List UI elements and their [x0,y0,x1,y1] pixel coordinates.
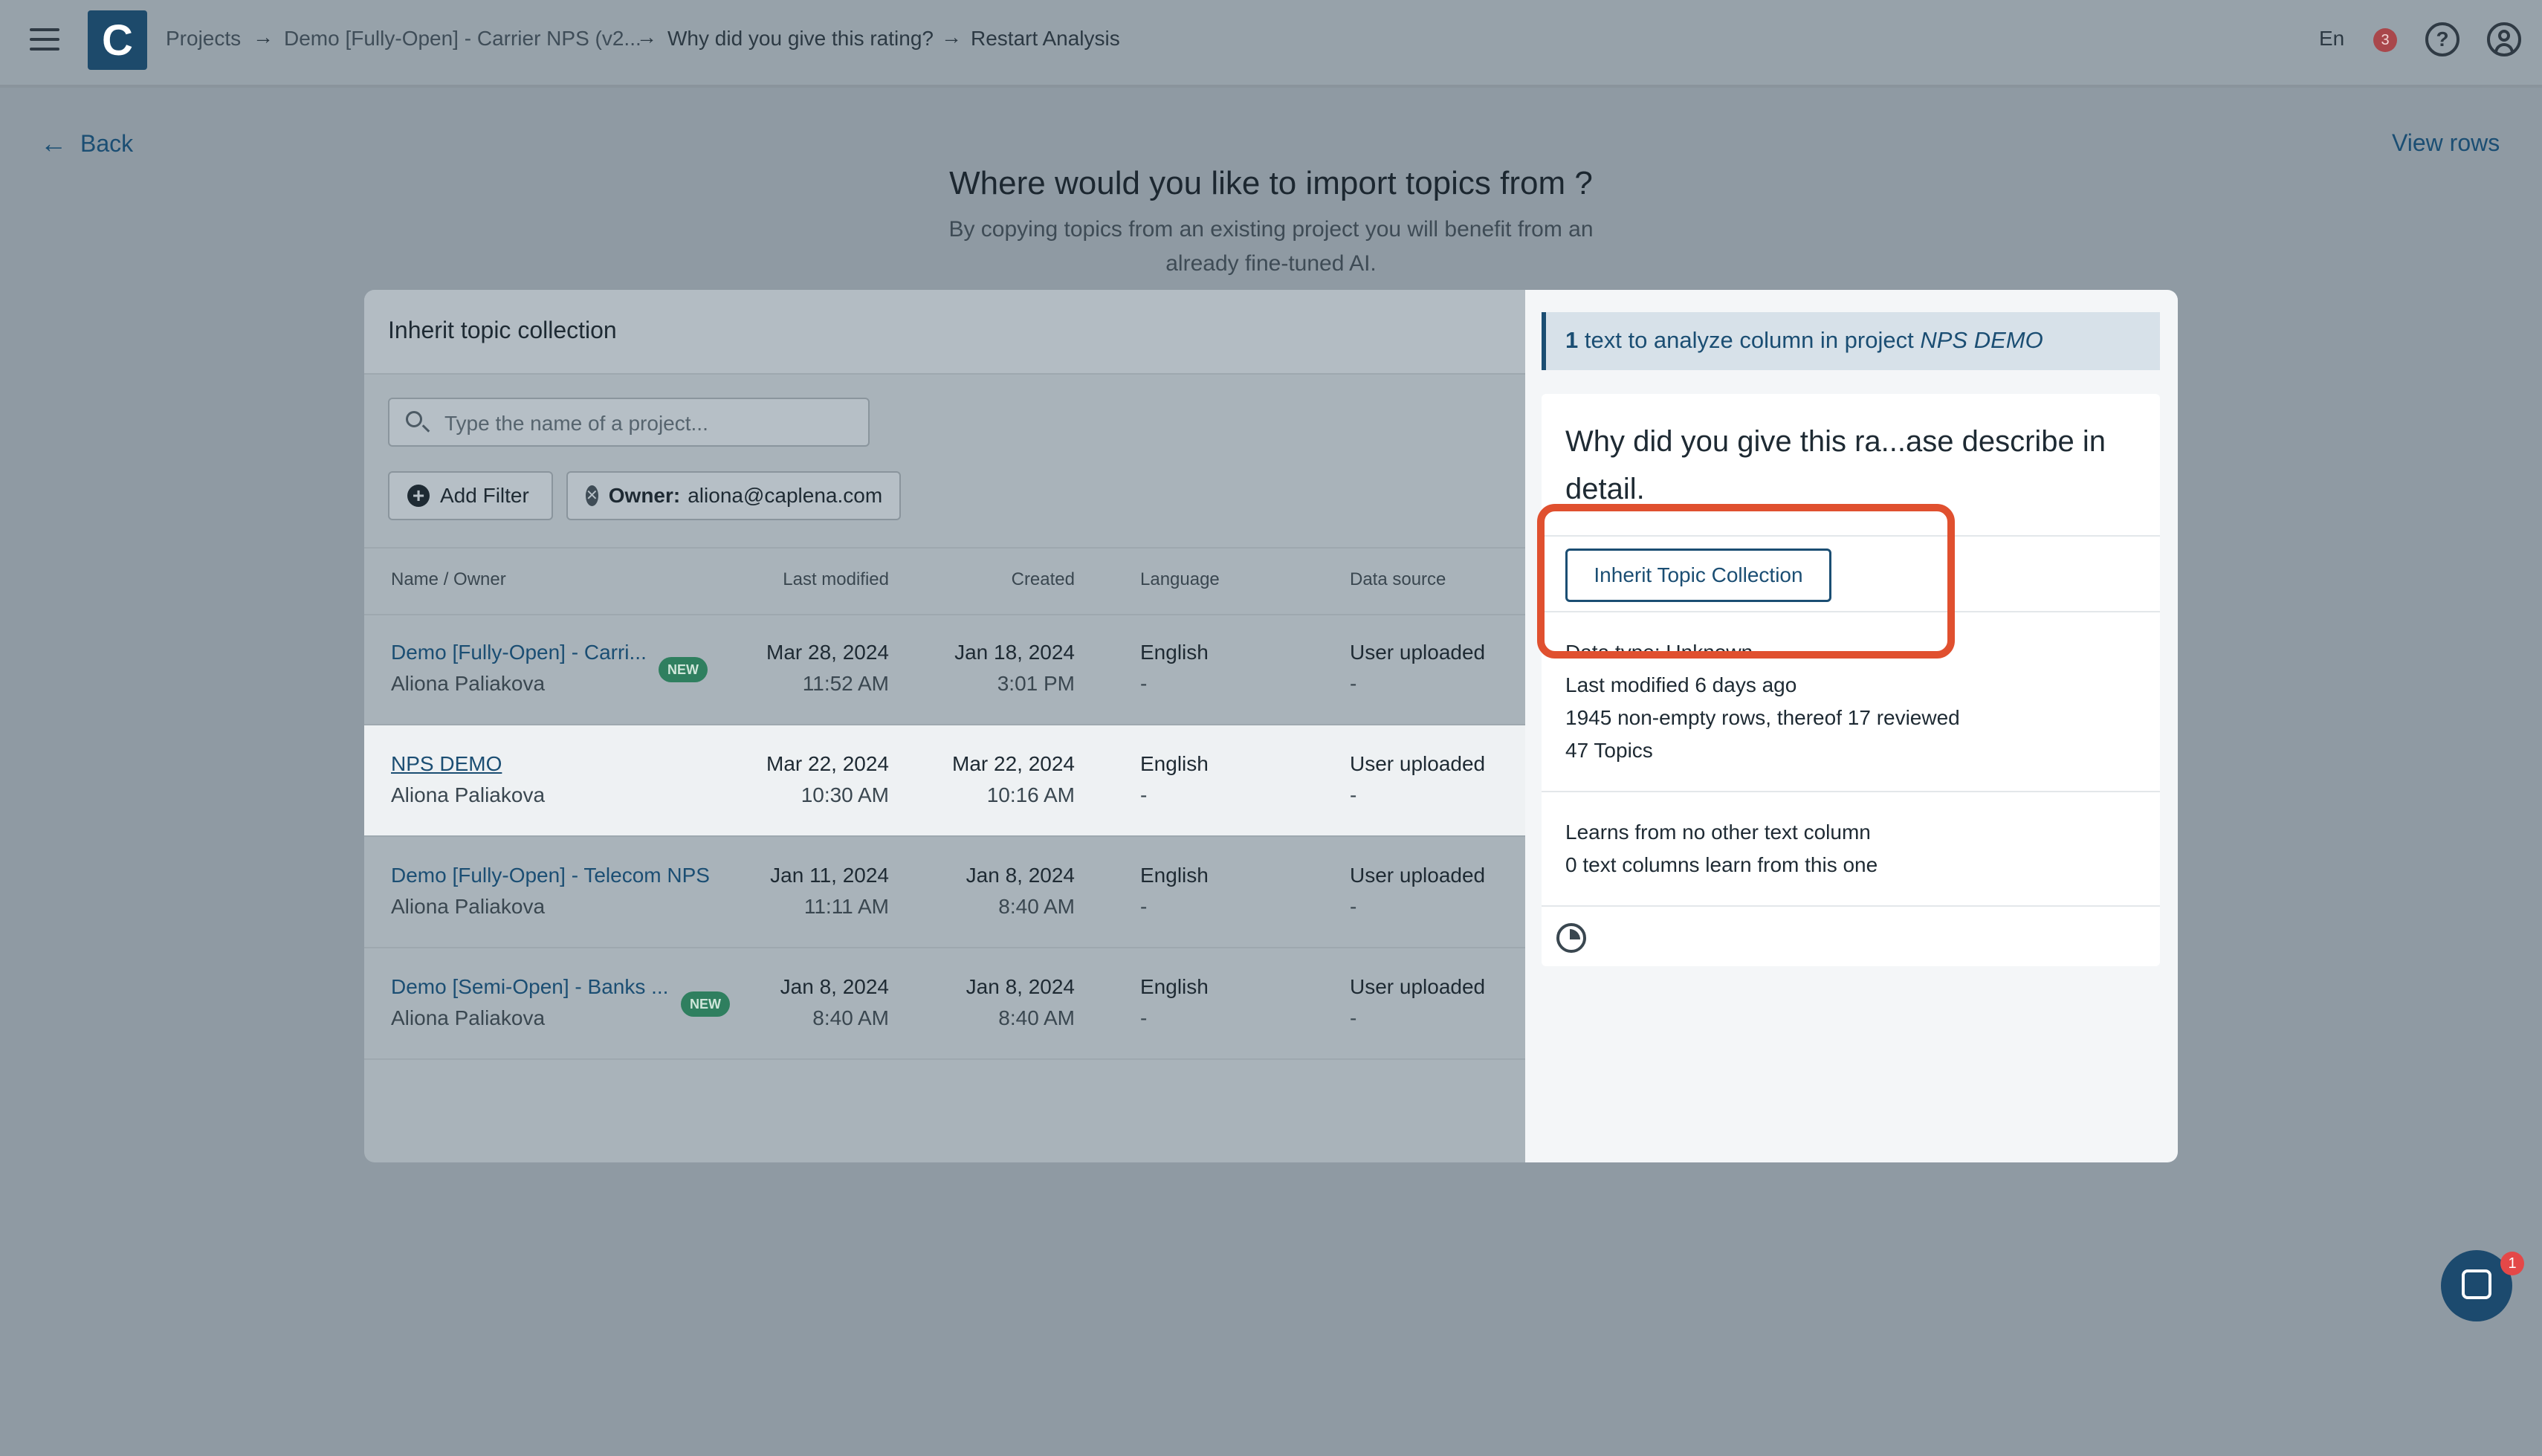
language-detail: - [1140,783,1148,806]
info-banner-text: 1 text to analyze column in project NPS … [1565,327,2043,354]
remove-filter-icon[interactable]: ✕ [586,485,598,506]
menu-icon[interactable] [30,28,59,51]
history-icon[interactable] [1556,923,1586,953]
arrow-left-icon: ← [40,128,67,158]
modified-time: 11:52 AM [802,672,889,695]
data-source-detail: - [1350,1006,1357,1029]
data-source-detail: - [1350,783,1357,806]
data-source: User uploaded [1350,641,1486,664]
owner-filter-key: Owner: [608,484,681,507]
language-detail: - [1140,895,1148,918]
breadcrumb-arrow-icon: → [253,25,274,48]
view-rows-link[interactable]: View rows [2392,129,2500,157]
table-row[interactable] [364,948,1525,1060]
help-icon[interactable]: ? [2425,22,2459,56]
language-detail: - [1140,1006,1148,1029]
language: English [1140,752,1209,775]
created-date: Jan 18, 2024 [954,641,1075,664]
account-icon[interactable] [2487,22,2521,56]
column-count: 1 [1565,327,1579,353]
back-label: Back [80,129,134,157]
modified-date: Mar 22, 2024 [766,752,889,775]
breadcrumb-project[interactable]: Demo [Fully-Open] - Carrier NPS (v2... [284,27,641,51]
modified-time: 11:11 AM [803,895,889,918]
project-search [388,398,870,447]
project-name[interactable]: Demo [Fully-Open] - Carri... [391,641,647,664]
plus-circle-icon: + [407,485,430,507]
chat-icon [2462,1269,2491,1299]
project-owner: Aliona Paliakova [391,672,546,695]
created-date: Jan 8, 2024 [966,975,1075,998]
breadcrumb-question[interactable]: Why did you give this rating? [667,27,934,51]
learns-from: Learns from no other text column [1565,821,1871,844]
breadcrumb-arrow-icon: → [941,25,962,48]
rows-info: 1945 non-empty rows, thereof 17 reviewed [1565,706,1960,729]
data-source: User uploaded [1350,864,1486,887]
project-owner: Aliona Paliakova [391,895,546,918]
column-header-source[interactable]: Data source [1350,569,1446,590]
created-time: 8:40 AM [998,1006,1075,1029]
column-header-modified[interactable]: Last modified [743,569,889,590]
topics-count: 47 Topics [1565,739,1653,762]
back-button[interactable]: ← Back [40,128,133,159]
info-label: text to analyze column in project [1584,327,1914,353]
table-row[interactable] [364,614,1525,725]
created-date: Mar 22, 2024 [952,752,1075,775]
created-time: 10:16 AM [986,783,1075,806]
language-switcher[interactable]: En [2319,27,2344,51]
column-header-name[interactable]: Name / Owner [391,569,506,590]
column-header-created[interactable]: Created [929,569,1075,590]
project-owner: Aliona Paliakova [391,1006,546,1029]
modified-date: Jan 8, 2024 [780,975,889,998]
table-row-selected[interactable] [364,725,1525,837]
notification-badge[interactable]: 3 [2373,28,2397,52]
top-bar-divider [0,85,2542,88]
owner-filter-value: aliona@caplena.com [688,484,883,507]
chat-unread-badge: 1 [2500,1252,2524,1275]
breadcrumb-projects[interactable]: Projects [166,27,241,51]
language-detail: - [1140,672,1148,695]
modified-time: 8:40 AM [812,1006,889,1029]
new-badge: NEW [659,657,708,682]
project-name[interactable]: Demo [Fully-Open] - Telecom NPS [391,864,710,887]
column-title: Why did you give this ra...ase describe … [1565,425,2106,505]
page-subtitle: By copying topics from an existing proje… [948,217,1594,276]
column-header-language[interactable]: Language [1140,569,1220,590]
breadcrumb-current: Restart Analysis [971,27,1120,50]
page-title: Where would you like to import topics fr… [949,165,1593,201]
project-owner: Aliona Paliakova [391,783,546,806]
created-time: 8:40 AM [998,895,1075,918]
owner-filter-chip[interactable]: ✕ Owner: aliona@caplena.com [566,471,901,520]
divider [1542,791,2160,792]
highlight-annotation [1537,504,1955,659]
data-source-detail: - [1350,895,1357,918]
panel-title: Inherit topic collection [388,317,617,343]
created-time: 3:01 PM [997,672,1075,695]
app-logo[interactable]: C [88,10,147,70]
add-filter-label: Add Filter [440,484,529,507]
project-name[interactable]: NPS DEMO [391,752,502,776]
language: English [1140,641,1209,664]
table-row[interactable] [364,837,1525,948]
modified-date: Jan 11, 2024 [770,864,889,887]
modified-date: Mar 28, 2024 [766,641,889,664]
data-source: User uploaded [1350,975,1486,998]
language: English [1140,864,1209,887]
learned-by: 0 text columns learn from this one [1565,853,1878,876]
breadcrumb-arrow-icon: → [636,25,657,48]
language: English [1140,975,1209,998]
created-date: Jan 8, 2024 [966,864,1075,887]
divider [1542,905,2160,907]
project-name[interactable]: Demo [Semi-Open] - Banks ... [391,975,668,999]
modified-time: 10:30 AM [801,783,889,806]
search-icon [406,411,422,427]
data-source: User uploaded [1350,752,1486,775]
add-filter-button[interactable]: + Add Filter [388,471,553,520]
search-input[interactable] [443,407,862,441]
info-project-name: NPS DEMO [1920,327,2043,353]
last-modified: Last modified 6 days ago [1565,673,1797,696]
data-source-detail: - [1350,672,1357,695]
